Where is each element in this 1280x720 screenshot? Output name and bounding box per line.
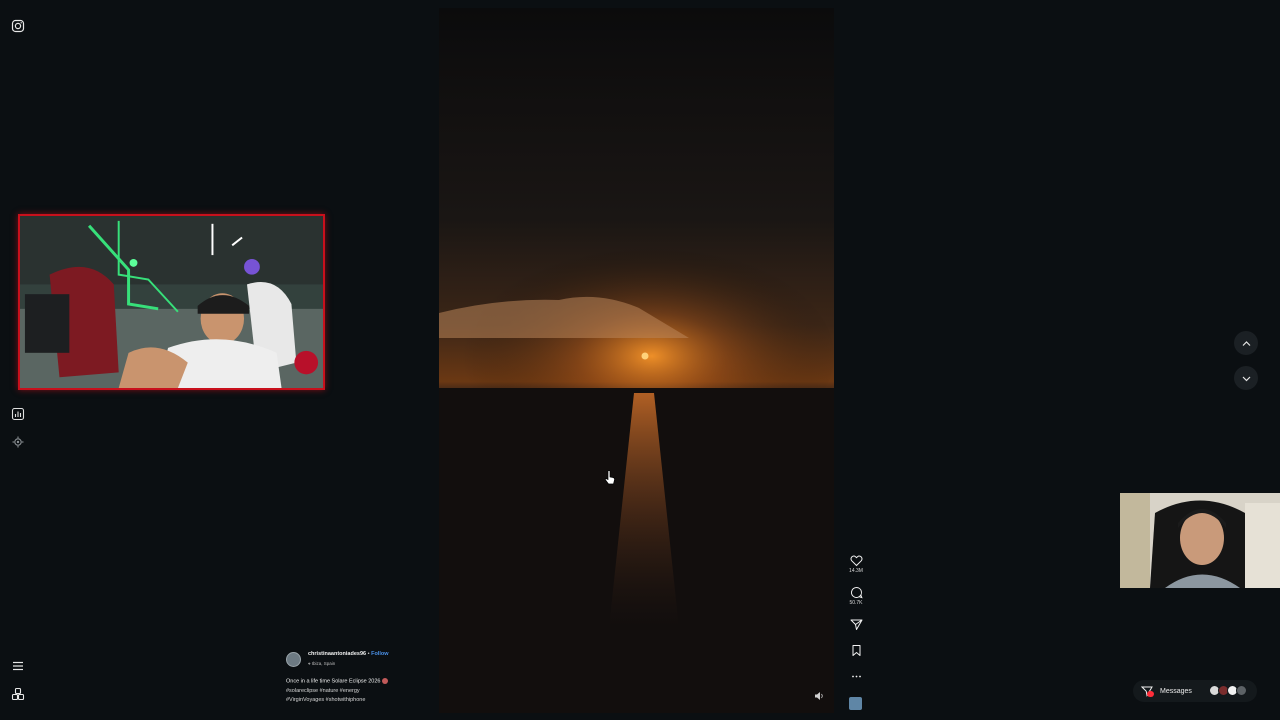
previous-reel-button[interactable] [1234, 331, 1258, 355]
author-avatar[interactable] [286, 652, 301, 667]
author-line: christinaantoniades96 • Follow [308, 651, 389, 657]
messages-icon [1141, 685, 1154, 698]
author-username[interactable]: christinaantoniades96 [308, 651, 366, 657]
message-avatars [1209, 685, 1249, 697]
location-text: Ibiza, Spain [311, 661, 336, 666]
hashtags-line-2[interactable]: #VirginVoyages #shotwithiphone [286, 696, 365, 705]
location-label[interactable]: ⌖ Ibiza, Spain [308, 661, 335, 666]
settings-gear-icon[interactable] [11, 435, 25, 449]
save-button[interactable] [842, 644, 870, 657]
more-apps-icon[interactable] [11, 687, 25, 701]
reel-video[interactable] [439, 8, 834, 713]
mouse-cursor [604, 470, 616, 486]
comment-count: 50.7K [849, 600, 863, 606]
emoji-icon [382, 678, 388, 684]
comment-icon [850, 586, 863, 599]
next-reel-button[interactable] [1234, 366, 1258, 390]
share-button[interactable] [842, 618, 870, 631]
caption-text-line: Once in a life time Solare Eclipse 2026 [286, 678, 388, 684]
messages-button[interactable]: Messages [1133, 680, 1257, 702]
speaker-icon[interactable] [813, 690, 825, 702]
like-button[interactable]: 14.3M [842, 554, 870, 574]
hashtags: #solareclipse #nature #energy #VirginVoy… [286, 687, 365, 704]
more-dots-icon [851, 675, 861, 678]
insights-icon[interactable] [11, 407, 25, 421]
like-count: 14.3M [849, 568, 863, 574]
menu-icon[interactable] [11, 659, 25, 673]
heart-icon [850, 555, 862, 567]
chevron-down-icon [1242, 376, 1250, 381]
paper-plane-icon [850, 619, 862, 630]
separator-dot: • [367, 651, 370, 657]
avatar [1236, 685, 1247, 696]
chevron-up-icon [1242, 340, 1250, 346]
hashtags-line-1[interactable]: #solareclipse #nature #energy [286, 687, 365, 696]
bookmark-icon [852, 645, 860, 656]
webcam-overlay [1120, 493, 1280, 588]
audio-thumbnail[interactable] [849, 697, 862, 710]
comment-button[interactable]: 50.7K [842, 586, 870, 606]
messages-label: Messages [1160, 687, 1192, 695]
unread-badge [1147, 690, 1154, 697]
caption-text: Once in a life time Solare Eclipse 2026 [286, 678, 381, 685]
more-options-button[interactable] [842, 670, 870, 683]
follow-button[interactable]: Follow [371, 651, 388, 657]
instagram-icon[interactable] [11, 19, 25, 33]
streamer-camera-overlay [18, 214, 325, 390]
